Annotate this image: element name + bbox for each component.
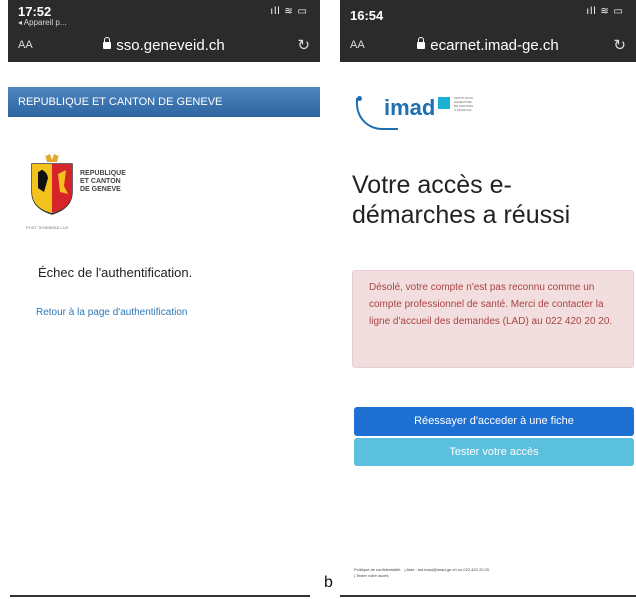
bottom-divider-b: [340, 595, 636, 597]
footer-test-link[interactable]: Tester votre accès: [356, 573, 388, 578]
help-contact-text[interactable]: Aide : lad.imad@imad-ge.ch ou 022 420 20…: [406, 567, 489, 572]
status-bar: 17:52 ◂ Appareil p... ıll ≋ ▭: [8, 0, 320, 28]
footer: Politique de confidentialité | Aide : lad…: [354, 567, 489, 578]
back-to-auth-link[interactable]: Retour à la page d'authentification: [36, 307, 187, 318]
logo-dot: [357, 96, 362, 101]
status-time: 16:54: [350, 8, 384, 23]
canton-name-logo-text: REPUBLIQUE ET CANTON DE GENEVE: [80, 170, 126, 193]
error-alert: Désolé, votre compte n'est pas reconnu c…: [352, 270, 634, 368]
phone-screenshot-a: 17:52 ◂ Appareil p... ıll ≋ ▭ AA sso.gen…: [8, 0, 320, 599]
url-field[interactable]: ecarnet.imad-ge.ch: [340, 37, 636, 54]
signal-wifi-battery-icon: ıll ≋ ▭: [586, 6, 624, 17]
logo-square: [438, 97, 450, 109]
lock-icon: [103, 37, 112, 49]
header-banner: REPUBLIQUE ET CANTON DE GENEVE: [8, 87, 320, 117]
url-text: sso.geneveid.ch: [116, 37, 225, 54]
reload-icon[interactable]: ↻: [613, 36, 626, 54]
logo-wordmark: imad: [384, 95, 436, 120]
test-access-button[interactable]: Tester votre accès: [354, 438, 634, 466]
bottom-divider-a: [10, 595, 310, 597]
retry-access-button[interactable]: Réessayer d'acceder à une fiche: [354, 407, 634, 436]
motto-text: POST TENEBRAS LUX: [26, 225, 69, 230]
logo-subtitle: INSTITUTION GENEVOISE DE MAINTIEN À DOMI…: [454, 96, 474, 112]
browser-address-bar[interactable]: AA sso.geneveid.ch ↻: [8, 28, 320, 62]
privacy-link[interactable]: Politique de confidentialité: [354, 567, 400, 572]
page-title: Votre accès e-démarches a réussi: [352, 171, 571, 229]
reload-icon[interactable]: ↻: [297, 36, 310, 54]
lock-icon: [417, 37, 426, 49]
alert-message: Désolé, votre compte n'est pas reconnu c…: [369, 282, 613, 327]
status-time: 17:52: [18, 4, 52, 19]
panel-label-b: b: [324, 574, 333, 591]
url-text: ecarnet.imad-ge.ch: [430, 37, 559, 54]
browser-address-bar[interactable]: AA ecarnet.imad-ge.ch ↻: [340, 28, 636, 62]
geneva-crest-logo: [31, 150, 73, 215]
signal-wifi-battery-icon: ıll ≋ ▭: [270, 6, 308, 17]
status-bar: 16:54 ıll ≋ ▭: [340, 0, 636, 28]
url-field[interactable]: sso.geneveid.ch: [8, 37, 320, 54]
auth-failure-message: Échec de l'authentification.: [38, 265, 193, 280]
phone-screenshot-b: 16:54 ıll ≋ ▭ AA ecarnet.imad-ge.ch ↻ im…: [340, 0, 636, 599]
back-to-app-link[interactable]: ◂ Appareil p...: [18, 18, 67, 27]
